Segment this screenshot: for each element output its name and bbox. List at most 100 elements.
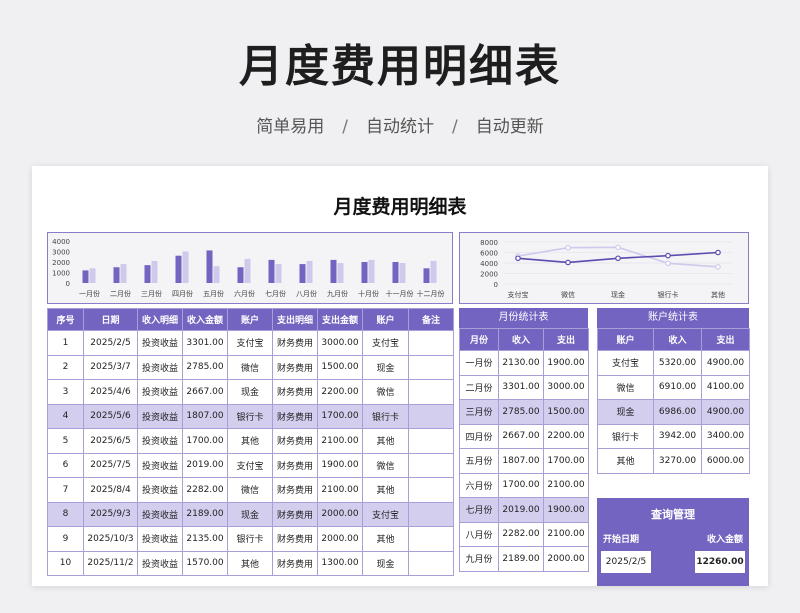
table-cell[interactable]: 其他 (362, 477, 409, 503)
table-cell[interactable]: 投资收益 (137, 403, 183, 429)
table-cell[interactable]: 支付宝 (597, 350, 654, 376)
table-cell[interactable]: 现金 (597, 399, 654, 425)
table-cell[interactable]: 1700.00 (182, 428, 228, 454)
table-cell[interactable]: 3 (47, 379, 84, 405)
table-cell[interactable]: 2189.00 (182, 501, 228, 527)
table-cell[interactable]: 投资收益 (137, 526, 183, 552)
table-cell[interactable]: 1807.00 (182, 403, 228, 429)
table-cell[interactable]: 2100.00 (317, 477, 363, 503)
table-cell[interactable]: 五月份 (459, 448, 499, 474)
table-cell[interactable]: 其他 (362, 428, 409, 454)
table-cell[interactable]: 1500.00 (317, 354, 363, 380)
table-cell[interactable]: 银行卡 (597, 423, 654, 449)
table-cell[interactable]: 财务费用 (272, 526, 318, 552)
table-cell[interactable]: 2025/3/7 (83, 354, 138, 380)
table-cell[interactable]: 2025/4/6 (83, 379, 138, 405)
table-cell[interactable]: 2100.00 (543, 472, 589, 498)
table-cell[interactable] (408, 477, 454, 503)
table-cell[interactable] (408, 379, 454, 405)
table-cell[interactable]: 1700.00 (543, 448, 589, 474)
table-cell[interactable]: 八月份 (459, 521, 499, 547)
table-cell[interactable]: 投资收益 (137, 452, 183, 478)
table-cell[interactable]: 2000.00 (317, 526, 363, 552)
table-cell[interactable]: 3000.00 (543, 374, 589, 400)
table-cell[interactable]: 2019.00 (498, 497, 544, 523)
table-cell[interactable]: 投资收益 (137, 428, 183, 454)
table-cell[interactable]: 微信 (362, 379, 409, 405)
table-cell[interactable]: 3942.00 (653, 423, 702, 449)
table-cell[interactable] (408, 354, 454, 380)
table-cell[interactable]: 其他 (227, 428, 273, 454)
table-cell[interactable] (408, 330, 454, 356)
table-cell[interactable]: 2025/10/3 (83, 526, 138, 552)
table-cell[interactable]: 2200.00 (317, 379, 363, 405)
table-cell[interactable]: 6000.00 (701, 448, 750, 474)
table-cell[interactable]: 其他 (597, 448, 654, 474)
table-cell[interactable]: 2025/7/5 (83, 452, 138, 478)
table-cell[interactable]: 支付宝 (227, 452, 273, 478)
table-cell[interactable]: 1900.00 (317, 452, 363, 478)
table-cell[interactable]: 6 (47, 452, 84, 478)
start-date-input[interactable]: 2025/2/5 (601, 551, 651, 573)
table-cell[interactable]: 2130.00 (498, 350, 544, 376)
table-cell[interactable]: 4 (47, 403, 84, 429)
table-cell[interactable]: 投资收益 (137, 550, 183, 576)
table-cell[interactable]: 财务费用 (272, 354, 318, 380)
table-cell[interactable] (408, 550, 454, 576)
table-cell[interactable]: 投资收益 (137, 379, 183, 405)
table-cell[interactable]: 2025/9/3 (83, 501, 138, 527)
table-cell[interactable]: 财务费用 (272, 428, 318, 454)
table-cell[interactable]: 2100.00 (317, 428, 363, 454)
table-cell[interactable]: 2200.00 (543, 423, 589, 449)
table-cell[interactable]: 投资收益 (137, 330, 183, 356)
table-cell[interactable]: 财务费用 (272, 379, 318, 405)
table-cell[interactable]: 财务费用 (272, 501, 318, 527)
table-cell[interactable]: 投资收益 (137, 477, 183, 503)
table-cell[interactable]: 一月份 (459, 350, 499, 376)
table-cell[interactable]: 1700.00 (317, 403, 363, 429)
table-cell[interactable]: 2019.00 (182, 452, 228, 478)
table-cell[interactable]: 四月份 (459, 423, 499, 449)
table-cell[interactable] (408, 428, 454, 454)
table-cell[interactable]: 1570.00 (182, 550, 228, 576)
table-cell[interactable]: 2 (47, 354, 84, 380)
table-cell[interactable]: 3270.00 (653, 448, 702, 474)
table-cell[interactable]: 1900.00 (543, 497, 589, 523)
table-cell[interactable]: 微信 (227, 354, 273, 380)
table-cell[interactable]: 2282.00 (498, 521, 544, 547)
table-cell[interactable] (408, 452, 454, 478)
table-cell[interactable]: 2135.00 (182, 526, 228, 552)
table-cell[interactable]: 2000.00 (543, 546, 589, 572)
table-cell[interactable]: 微信 (597, 374, 654, 400)
table-cell[interactable]: 九月份 (459, 546, 499, 572)
table-cell[interactable]: 5320.00 (653, 350, 702, 376)
table-cell[interactable]: 财务费用 (272, 330, 318, 356)
table-cell[interactable]: 七月份 (459, 497, 499, 523)
table-cell[interactable]: 现金 (362, 354, 409, 380)
table-cell[interactable]: 2025/5/6 (83, 403, 138, 429)
table-cell[interactable]: 4900.00 (701, 350, 750, 376)
table-cell[interactable]: 2785.00 (182, 354, 228, 380)
table-cell[interactable]: 银行卡 (227, 526, 273, 552)
table-cell[interactable]: 2667.00 (498, 423, 544, 449)
table-cell[interactable]: 微信 (227, 477, 273, 503)
table-cell[interactable]: 财务费用 (272, 477, 318, 503)
table-cell[interactable]: 3301.00 (498, 374, 544, 400)
table-cell[interactable]: 2025/6/5 (83, 428, 138, 454)
table-cell[interactable]: 6910.00 (653, 374, 702, 400)
table-cell[interactable]: 现金 (227, 379, 273, 405)
table-cell[interactable]: 支付宝 (362, 330, 409, 356)
table-cell[interactable]: 3000.00 (317, 330, 363, 356)
table-cell[interactable]: 1 (47, 330, 84, 356)
table-cell[interactable]: 三月份 (459, 399, 499, 425)
table-cell[interactable]: 6986.00 (653, 399, 702, 425)
table-cell[interactable]: 4100.00 (701, 374, 750, 400)
table-cell[interactable]: 4900.00 (701, 399, 750, 425)
table-cell[interactable]: 二月份 (459, 374, 499, 400)
table-cell[interactable]: 银行卡 (227, 403, 273, 429)
table-cell[interactable]: 支付宝 (362, 501, 409, 527)
table-cell[interactable]: 10 (47, 550, 84, 576)
table-cell[interactable]: 3301.00 (182, 330, 228, 356)
table-cell[interactable]: 9 (47, 526, 84, 552)
table-cell[interactable]: 现金 (227, 501, 273, 527)
